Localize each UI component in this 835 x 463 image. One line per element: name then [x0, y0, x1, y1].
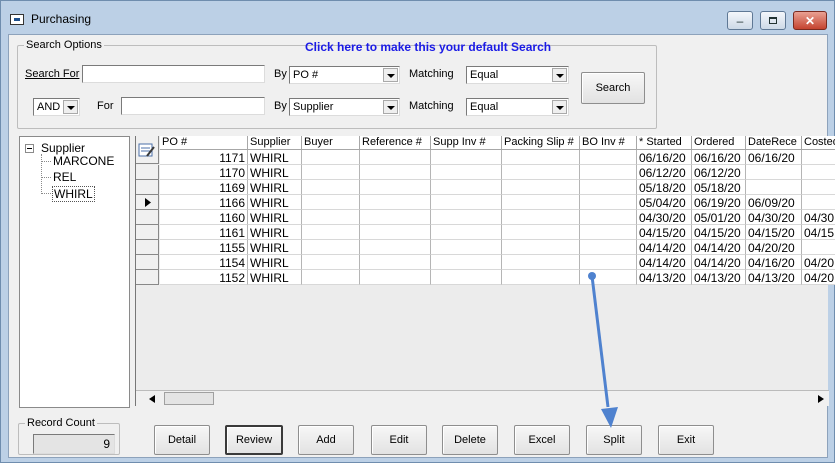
purchasing-window: Purchasing – ✕ Search Options Click here… [0, 0, 835, 463]
annotation-arrow [588, 272, 618, 428]
